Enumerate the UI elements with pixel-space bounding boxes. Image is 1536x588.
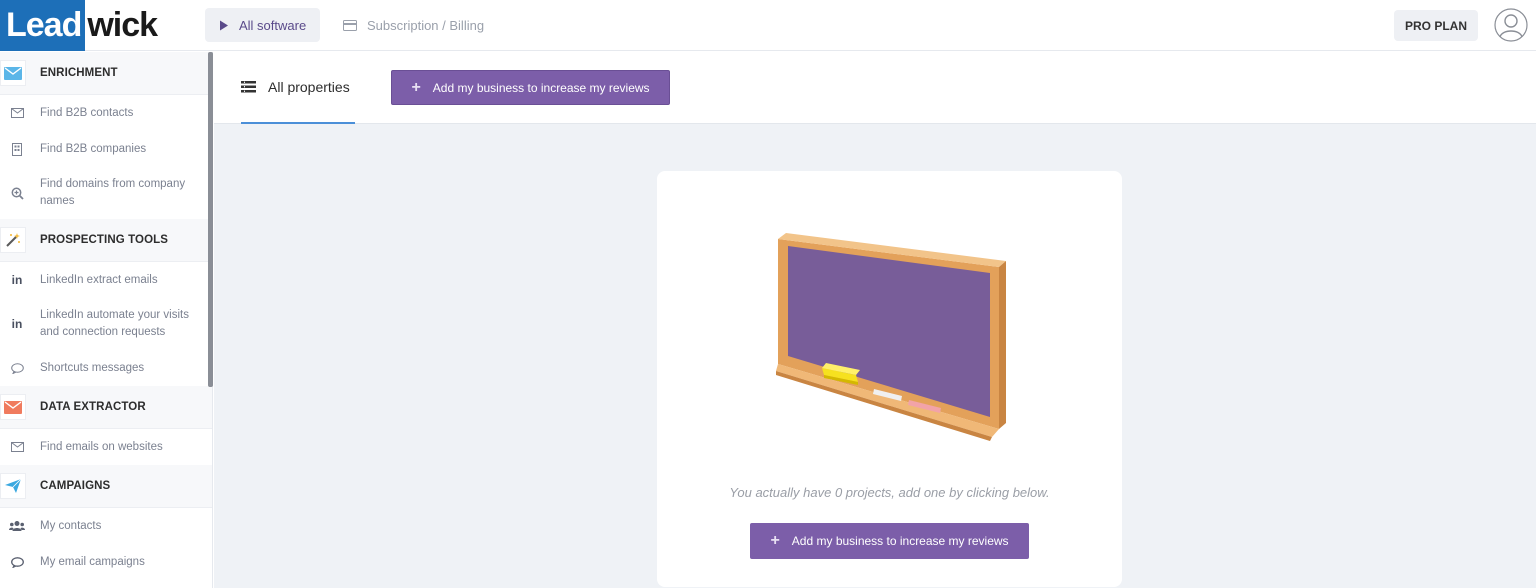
sidebar-scrollbar[interactable] [208, 52, 213, 387]
sidebar-item-linkedin-automate[interactable]: in LinkedIn automate your visits and con… [0, 298, 212, 350]
sidebar-section-campaigns[interactable]: CAMPAIGNS [0, 465, 212, 508]
sidebar-item-label: Find B2B companies [40, 142, 147, 155]
logo-part-lead: Lead [0, 0, 86, 51]
add-business-button-label: Add my business to increase my reviews [432, 80, 650, 95]
linkedin-icon: in [11, 273, 23, 287]
sidebar-item-shortcuts-messages[interactable]: Shortcuts messages [0, 350, 212, 386]
leadwick-logo[interactable]: Lead wick [0, 0, 158, 51]
building-icon [8, 142, 26, 156]
sidebar-section-prospecting-tools[interactable]: PROSPECTING TOOLS [0, 219, 212, 262]
search-plus-icon [8, 187, 26, 200]
tab-all-properties[interactable]: All properties [241, 52, 355, 124]
tab-all-properties-label: All properties [268, 79, 350, 95]
paper-plane-icon [0, 473, 26, 499]
chat-bubble-icon [8, 556, 26, 568]
sidebar-item-find-b2b-contacts[interactable]: Find B2B contacts [0, 95, 212, 131]
user-avatar-icon[interactable] [1494, 8, 1528, 42]
sidebar-section-data-extractor[interactable]: DATA EXTRACTOR [0, 386, 212, 429]
main-header: All properties + Add my business to incr… [214, 52, 1536, 124]
section-title: CAMPAIGNS [40, 480, 111, 492]
sidebar-item-label: Shortcuts messages [40, 361, 145, 374]
add-business-button-bottom-label: Add my business to increase my reviews [791, 534, 1009, 548]
sidebar: ENRICHMENT Find B2B contacts Find B2B co… [0, 52, 213, 588]
chat-bubble-icon [8, 362, 26, 374]
sidebar-item-my-contacts[interactable]: My contacts [0, 508, 212, 544]
sidebar-section-enrichment[interactable]: ENRICHMENT [0, 52, 212, 95]
add-business-button[interactable]: + Add my business to increase my reviews [391, 70, 670, 105]
tab-all-software-label: All software [239, 17, 307, 33]
credit-card-icon [343, 19, 357, 31]
empty-state-card: You actually have 0 projects, add one by… [657, 171, 1122, 587]
mail-outline-icon [8, 108, 26, 118]
plus-icon: + [770, 532, 780, 549]
main-content: All properties + Add my business to incr… [214, 52, 1536, 588]
tab-subscription-billing[interactable]: Subscription / Billing [329, 8, 498, 42]
section-title: PROSPECTING TOOLS [40, 234, 169, 246]
sidebar-item-label: LinkedIn extract emails [40, 273, 158, 286]
sidebar-item-find-emails-on-websites[interactable]: Find emails on websites [0, 429, 212, 465]
sidebar-item-label: My email campaigns [40, 555, 145, 568]
empty-state-message: You actually have 0 projects, add one by… [729, 485, 1050, 500]
sidebar-item-my-email-campaigns[interactable]: My email campaigns [0, 544, 212, 580]
envelope-icon [0, 60, 26, 86]
users-icon [8, 520, 26, 532]
plus-icon: + [411, 78, 421, 96]
linkedin-icon: in [11, 317, 23, 331]
section-title: DATA EXTRACTOR [40, 401, 146, 413]
sidebar-item-find-domains[interactable]: Find domains from company names [0, 167, 212, 219]
add-business-button-bottom[interactable]: + Add my business to increase my reviews [750, 523, 1029, 559]
envelope-icon [0, 394, 26, 420]
chalkboard-illustration [776, 233, 1006, 441]
sidebar-item-label: Find B2B contacts [40, 106, 134, 119]
tab-all-software[interactable]: All software [205, 8, 321, 42]
sidebar-item-label: My contacts [40, 519, 102, 532]
sidebar-item-linkedin-extract-emails[interactable]: in LinkedIn extract emails [0, 262, 212, 298]
sidebar-item-label: LinkedIn automate your visits and connec… [40, 309, 189, 338]
logo-part-wick: wick [87, 6, 158, 44]
sidebar-item-label: Find emails on websites [40, 440, 163, 453]
top-bar: Lead wick All software Subscription / Bi… [0, 0, 1536, 51]
tab-subscription-billing-label: Subscription / Billing [367, 17, 485, 33]
pro-plan-badge[interactable]: PRO PLAN [1393, 10, 1478, 41]
section-title: ENRICHMENT [40, 67, 118, 79]
mail-outline-icon [8, 442, 26, 452]
play-icon [219, 20, 229, 31]
list-icon [241, 81, 256, 93]
sidebar-item-find-b2b-companies[interactable]: Find B2B companies [0, 131, 212, 167]
sidebar-item-label: Find domains from company names [40, 178, 186, 207]
magic-wand-icon [0, 227, 26, 253]
